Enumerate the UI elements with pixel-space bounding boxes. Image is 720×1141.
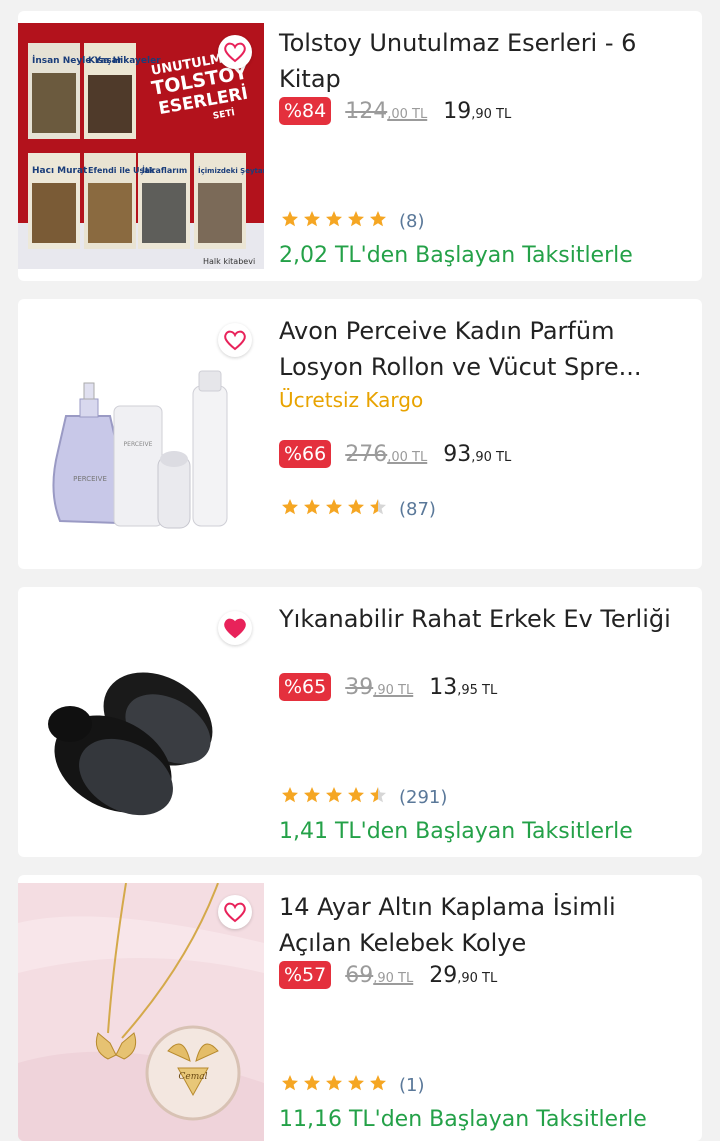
price-row: %57 69,90 TL 29,90 TL [279, 961, 497, 989]
favorite-button[interactable] [218, 611, 252, 645]
tube-label: PERCEIVE [124, 441, 153, 448]
product-image[interactable]: İnsan Neyle Yaşar Kısa Hikayeler Hacı Mu… [18, 23, 264, 269]
installment-info: 1,41 TL'den Başlayan Taksitlerle [279, 819, 633, 844]
price-row: %66 276,00 TL 93,90 TL [279, 440, 511, 468]
engraving-text: Cemal [179, 1072, 208, 1082]
favorite-button[interactable] [218, 35, 252, 69]
discount-badge: %57 [279, 961, 332, 989]
current-price: 29,90 TL [429, 962, 498, 988]
old-price: 124,00 TL [345, 98, 428, 124]
product-title[interactable]: Tolstoy Unutulmaz Eserleri - 6 Kitap [279, 25, 679, 97]
product-image[interactable] [18, 599, 264, 845]
current-price: 93,90 TL [443, 441, 512, 467]
product-card[interactable]: PERCEIVE PERCEIVE Avon Perceive Kadın Pa… [18, 299, 702, 569]
book-title-6: İçimizdeki Şeytan [198, 166, 264, 175]
product-card[interactable]: Yıkanabilir Rahat Erkek Ev Terliği %65 3… [18, 587, 702, 857]
book-title-3: Hacı Murat [32, 166, 88, 176]
heart-outline-icon [224, 42, 246, 63]
product-image[interactable]: Cemal [18, 883, 264, 1141]
star-rating-icon [281, 498, 391, 520]
heart-outline-icon [224, 902, 246, 923]
old-price: 39,90 TL [345, 674, 414, 700]
product-image[interactable]: PERCEIVE PERCEIVE [18, 311, 264, 557]
rating: (8) [281, 210, 425, 232]
rating: (87) [281, 498, 436, 520]
heart-filled-icon [224, 618, 246, 639]
star-rating-icon [281, 210, 391, 232]
favorite-button[interactable] [218, 323, 252, 357]
product-card[interactable]: İnsan Neyle Yaşar Kısa Hikayeler Hacı Mu… [18, 11, 702, 281]
bottle-label: PERCEIVE [73, 475, 107, 483]
price-row: %84 124,00 TL 19,90 TL [279, 97, 511, 125]
free-shipping-label: Ücretsiz Kargo [279, 388, 424, 412]
product-title[interactable]: 14 Ayar Altın Kaplama İsimli Açılan Kele… [279, 889, 679, 961]
rating: (1) [281, 1074, 425, 1096]
rating: (291) [281, 786, 447, 808]
old-price: 69,90 TL [345, 962, 414, 988]
star-rating-icon [281, 1074, 391, 1096]
favorite-button[interactable] [218, 895, 252, 929]
discount-badge: %84 [279, 97, 332, 125]
discount-badge: %66 [279, 440, 332, 468]
price-row: %65 39,90 TL 13,95 TL [279, 673, 497, 701]
star-rating-icon [281, 786, 391, 808]
product-title[interactable]: Yıkanabilir Rahat Erkek Ev Terliği [279, 601, 679, 637]
current-price: 13,95 TL [429, 674, 498, 700]
book-title-5: İtiraflarım [142, 165, 187, 175]
old-price: 276,00 TL [345, 441, 428, 467]
product-card[interactable]: Cemal 14 Ayar Altın Kaplama İsimli Açıla… [18, 875, 702, 1141]
installment-info: 11,16 TL'den Başlayan Taksitlerle [279, 1107, 647, 1132]
installment-info: 2,02 TL'den Başlayan Taksitlerle [279, 243, 633, 268]
discount-badge: %65 [279, 673, 332, 701]
review-count[interactable]: (1) [399, 1075, 425, 1096]
review-count[interactable]: (291) [399, 787, 447, 808]
review-count[interactable]: (87) [399, 499, 436, 520]
publisher-logo: Halk kitabevi [203, 257, 255, 266]
heart-outline-icon [224, 330, 246, 351]
current-price: 19,90 TL [443, 98, 512, 124]
product-title[interactable]: Avon Perceive Kadın Parfüm Losyon Rollon… [279, 313, 679, 385]
review-count[interactable]: (8) [399, 211, 425, 232]
